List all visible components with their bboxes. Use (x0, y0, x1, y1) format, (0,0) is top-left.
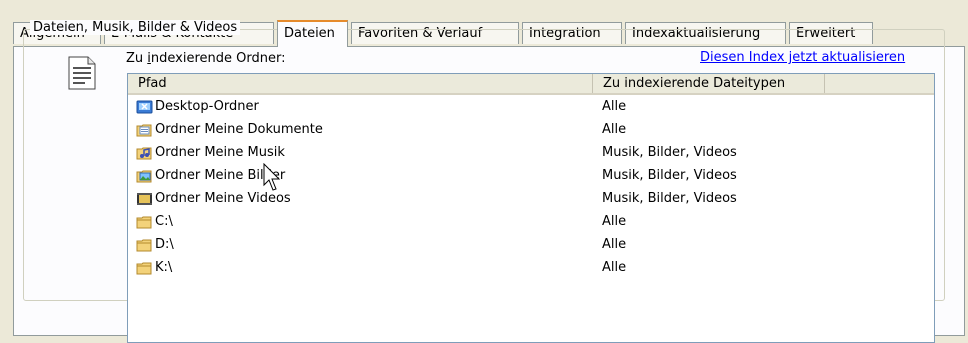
table-row[interactable]: C:\ Alle (128, 210, 934, 233)
path-cell: Ordner Meine Musik (136, 141, 285, 164)
table-row[interactable]: Ordner Meine Dokumente Alle (128, 118, 934, 141)
table-row[interactable]: Ordner Meine Videos Musik, Bilder, Video… (128, 187, 934, 210)
my-music-folder-icon (136, 147, 152, 159)
table-row[interactable]: D:\ Alle (128, 233, 934, 256)
folders-to-index-label: Zu indexierende Ordner: (126, 51, 286, 66)
path-text: Ordner Meine Dokumente (155, 122, 323, 137)
types-cell: Musik, Bilder, Videos (602, 191, 737, 206)
mouse-cursor-icon (263, 163, 281, 191)
column-header-path[interactable]: Pfad (128, 74, 593, 93)
column-header-types[interactable]: Zu indexierende Dateitypen (593, 74, 825, 93)
path-cell: K:\ (136, 256, 172, 279)
desktop-folder-icon (136, 100, 153, 113)
table-row[interactable]: Ordner Meine Musik Musik, Bilder, Videos (128, 141, 934, 164)
drive-folder-icon (136, 216, 152, 228)
table-row[interactable]: K:\ Alle (128, 256, 934, 279)
update-index-link[interactable]: Diesen Index jetzt aktualisieren (700, 50, 905, 65)
types-cell: Musik, Bilder, Videos (602, 145, 737, 160)
types-cell: Musik, Bilder, Videos (602, 168, 737, 183)
group-title: Dateien, Musik, Bilder & Videos (30, 20, 241, 35)
path-cell: C:\ (136, 210, 173, 233)
tab-dateien[interactable]: Dateien (277, 20, 348, 47)
path-text: Ordner Meine Musik (155, 145, 285, 160)
document-icon (68, 56, 96, 90)
drive-folder-icon (136, 239, 152, 251)
path-text: C:\ (155, 214, 173, 229)
my-videos-folder-icon (137, 192, 152, 205)
path-cell: Ordner Meine Dokumente (136, 118, 323, 141)
path-text: D:\ (155, 237, 174, 252)
types-cell: Alle (602, 260, 627, 275)
types-cell: Alle (602, 237, 627, 252)
table-row[interactable]: Desktop-Ordner Alle (128, 95, 934, 118)
my-documents-folder-icon (136, 124, 152, 136)
list-header: Pfad Zu indexierende Dateitypen (128, 74, 934, 95)
path-text: K:\ (155, 260, 173, 275)
table-row[interactable]: Ordner Meine Bilder Musik, Bilder, Video… (128, 164, 934, 187)
folder-list[interactable]: Pfad Zu indexierende Dateitypen Desktop-… (127, 73, 935, 343)
path-cell: Desktop-Ordner (136, 95, 259, 118)
types-cell: Alle (602, 122, 627, 137)
types-cell: Alle (602, 99, 627, 114)
path-text: Desktop-Ordner (155, 99, 259, 114)
drive-folder-icon (136, 262, 152, 274)
path-cell: D:\ (136, 233, 174, 256)
my-pictures-folder-icon (136, 170, 152, 182)
types-cell: Alle (602, 214, 627, 229)
